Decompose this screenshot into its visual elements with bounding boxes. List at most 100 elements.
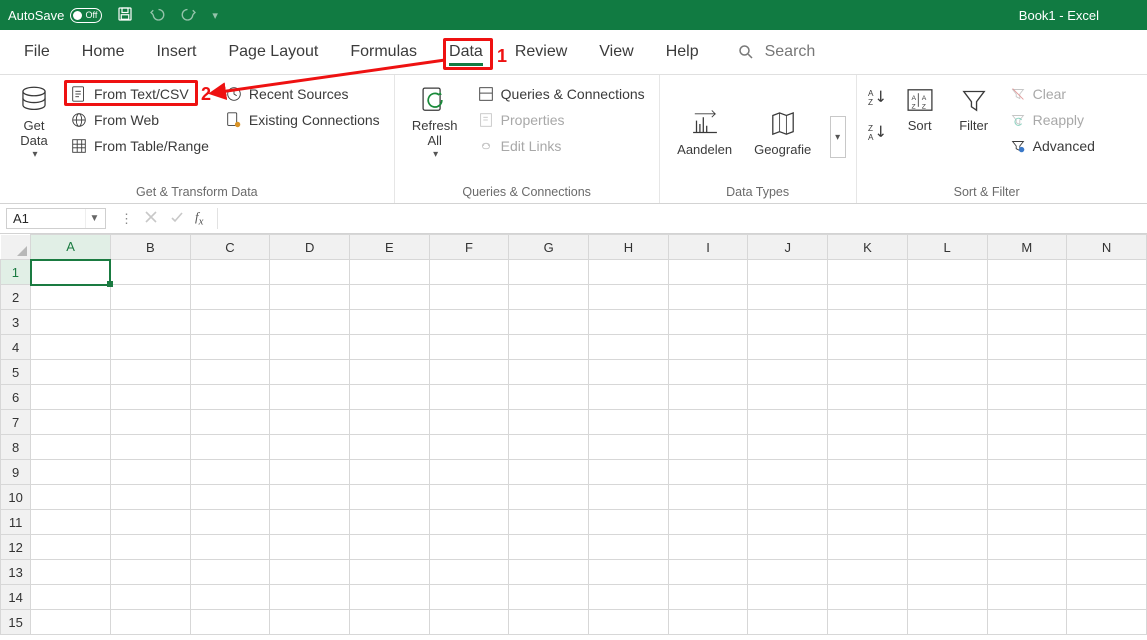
cell[interactable] bbox=[110, 360, 190, 385]
cell[interactable] bbox=[668, 410, 748, 435]
cell[interactable] bbox=[748, 535, 828, 560]
row-header[interactable]: 10 bbox=[1, 485, 31, 510]
cell[interactable] bbox=[190, 460, 270, 485]
cell[interactable] bbox=[907, 335, 987, 360]
column-header[interactable]: H bbox=[589, 235, 669, 260]
existing-connections-button[interactable]: Existing Connections bbox=[221, 109, 384, 131]
redo-icon[interactable] bbox=[180, 5, 198, 26]
cell[interactable] bbox=[668, 610, 748, 635]
cell[interactable] bbox=[907, 285, 987, 310]
insert-function-icon[interactable]: fx bbox=[195, 209, 203, 228]
cell[interactable] bbox=[589, 560, 669, 585]
formula-input[interactable] bbox=[217, 208, 1147, 229]
cell[interactable] bbox=[1067, 535, 1147, 560]
column-header[interactable]: I bbox=[668, 235, 748, 260]
cell[interactable] bbox=[270, 485, 350, 510]
cell[interactable] bbox=[31, 510, 111, 535]
cell[interactable] bbox=[270, 460, 350, 485]
cell[interactable] bbox=[987, 610, 1067, 635]
cell[interactable] bbox=[110, 260, 190, 285]
cell[interactable] bbox=[350, 585, 430, 610]
cell[interactable] bbox=[589, 535, 669, 560]
cell[interactable] bbox=[509, 335, 589, 360]
cell[interactable] bbox=[1067, 510, 1147, 535]
cell[interactable] bbox=[589, 585, 669, 610]
cell[interactable] bbox=[110, 310, 190, 335]
cell[interactable] bbox=[987, 560, 1067, 585]
cell[interactable] bbox=[748, 285, 828, 310]
cell[interactable] bbox=[828, 460, 908, 485]
cell[interactable] bbox=[509, 610, 589, 635]
cell[interactable] bbox=[429, 260, 509, 285]
cell[interactable] bbox=[907, 560, 987, 585]
cell[interactable] bbox=[828, 385, 908, 410]
cell[interactable] bbox=[987, 310, 1067, 335]
cell[interactable] bbox=[270, 335, 350, 360]
row-header[interactable]: 3 bbox=[1, 310, 31, 335]
cell[interactable] bbox=[509, 310, 589, 335]
cell[interactable] bbox=[589, 310, 669, 335]
cell[interactable] bbox=[350, 435, 430, 460]
cell[interactable] bbox=[31, 485, 111, 510]
cell[interactable] bbox=[1067, 335, 1147, 360]
geografie-button[interactable]: Geografie bbox=[748, 105, 818, 160]
cell[interactable] bbox=[987, 285, 1067, 310]
tab-page-layout[interactable]: Page Layout bbox=[214, 37, 332, 67]
cell[interactable] bbox=[350, 460, 430, 485]
formula-more-icon[interactable]: ⋮ bbox=[120, 211, 133, 227]
column-header[interactable]: C bbox=[190, 235, 270, 260]
tab-data[interactable]: Data bbox=[435, 37, 497, 67]
cell[interactable] bbox=[110, 410, 190, 435]
cell[interactable] bbox=[668, 385, 748, 410]
properties-button[interactable]: Properties bbox=[473, 109, 649, 131]
cell[interactable] bbox=[668, 485, 748, 510]
cell[interactable] bbox=[748, 560, 828, 585]
aandelen-button[interactable]: Aandelen bbox=[670, 105, 740, 160]
cell[interactable] bbox=[270, 535, 350, 560]
row-header[interactable]: 8 bbox=[1, 435, 31, 460]
cell[interactable] bbox=[668, 310, 748, 335]
cell[interactable] bbox=[1067, 485, 1147, 510]
tell-me-search[interactable]: Search bbox=[737, 43, 816, 61]
cell[interactable] bbox=[748, 460, 828, 485]
cell[interactable] bbox=[987, 260, 1067, 285]
cell[interactable] bbox=[350, 535, 430, 560]
cell[interactable] bbox=[110, 535, 190, 560]
cell[interactable] bbox=[668, 510, 748, 535]
cell[interactable] bbox=[509, 385, 589, 410]
cell[interactable] bbox=[190, 385, 270, 410]
from-web-button[interactable]: From Web bbox=[66, 109, 213, 131]
cell[interactable] bbox=[828, 410, 908, 435]
cell[interactable] bbox=[668, 560, 748, 585]
cell[interactable] bbox=[31, 260, 111, 285]
cell[interactable] bbox=[350, 485, 430, 510]
cell[interactable] bbox=[907, 460, 987, 485]
cell[interactable] bbox=[190, 560, 270, 585]
cell[interactable] bbox=[190, 585, 270, 610]
cell[interactable] bbox=[190, 310, 270, 335]
cell[interactable] bbox=[429, 560, 509, 585]
save-icon[interactable] bbox=[116, 5, 134, 26]
cell[interactable] bbox=[668, 285, 748, 310]
reapply-button[interactable]: Reapply bbox=[1005, 109, 1099, 131]
cell[interactable] bbox=[31, 435, 111, 460]
column-header[interactable]: E bbox=[350, 235, 430, 260]
cell[interactable] bbox=[110, 385, 190, 410]
cell[interactable] bbox=[429, 335, 509, 360]
cell[interactable] bbox=[907, 585, 987, 610]
cell[interactable] bbox=[748, 310, 828, 335]
cell[interactable] bbox=[748, 585, 828, 610]
column-header[interactable]: M bbox=[987, 235, 1067, 260]
cell[interactable] bbox=[190, 610, 270, 635]
name-box-dropdown[interactable]: ▼ bbox=[85, 209, 103, 228]
row-header[interactable]: 5 bbox=[1, 360, 31, 385]
cell[interactable] bbox=[190, 260, 270, 285]
cell[interactable] bbox=[1067, 410, 1147, 435]
cell[interactable] bbox=[31, 310, 111, 335]
cell[interactable] bbox=[1067, 260, 1147, 285]
cell[interactable] bbox=[1067, 460, 1147, 485]
filter-button[interactable]: Filter bbox=[951, 81, 997, 136]
advanced-button[interactable]: Advanced bbox=[1005, 135, 1099, 157]
cell[interactable] bbox=[589, 485, 669, 510]
cell[interactable] bbox=[429, 535, 509, 560]
